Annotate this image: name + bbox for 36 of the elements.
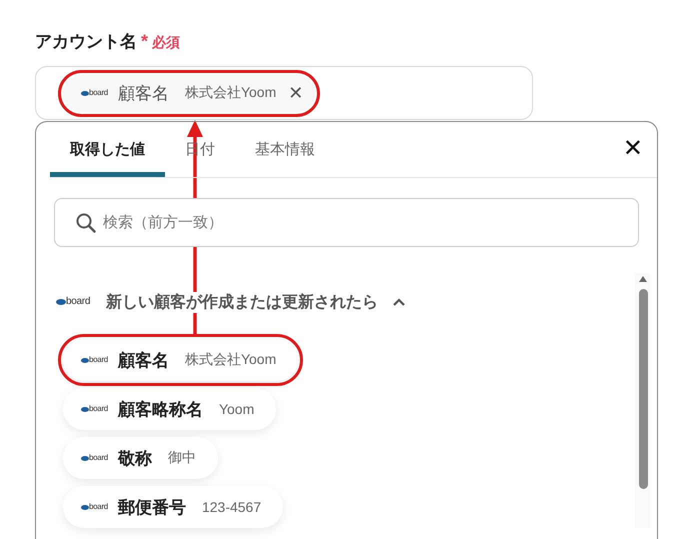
board-logo: board [56,297,90,307]
variable-name: 敬称 [118,448,152,470]
variable-value: 株式会社Yoom [184,84,276,102]
close-button[interactable]: ✕ [622,134,643,163]
search-icon [76,213,96,233]
variable-value: 株式会社Yoom [184,351,276,369]
variable-chip[interactable]: board 顧客略称名 Yoom [63,388,276,430]
input-field[interactable]: board 顧客名 株式会社Yoom ✕ [35,66,533,120]
board-logo: board [81,356,108,364]
tab[interactable]: 取得した値 [50,122,165,177]
board-logo: board [81,405,108,413]
tab[interactable]: 基本情報 [235,122,335,177]
board-logo: board [81,89,108,97]
group-title: 新しい顧客が作成または更新されたら [106,292,378,312]
variable-chip[interactable]: board 郵便番号 123-4567 [63,486,284,528]
variable-name: 顧客名 [118,82,169,104]
scroll-up-icon[interactable] [638,275,648,283]
scrollbar[interactable] [635,273,651,528]
required-label: 必須 [152,34,180,52]
variable-value: Yoom [218,401,254,417]
variable-name: 郵便番号 [118,496,186,518]
field-label: アカウント名 [35,31,137,53]
board-logo: board [81,503,108,511]
required-mark: * [141,31,148,52]
variable-chip[interactable]: board 顧客名 株式会社Yoom [63,339,298,381]
remove-button[interactable]: ✕ [288,82,304,104]
variable-chip[interactable]: board 顧客名 株式会社Yoom ✕ [63,74,316,112]
variable-value: 御中 [168,449,196,467]
variable-name: 顧客名 [118,350,169,372]
variable-value: 123-4567 [202,499,262,515]
board-logo: board [81,454,108,462]
collapse-button[interactable] [392,297,406,307]
variable-name: 顧客略称名 [118,398,203,420]
search-field[interactable]: 検索（前方一致） [54,198,639,247]
variable-chip[interactable]: board 敬称 御中 [63,437,218,479]
scrollbar-thumb[interactable] [638,289,648,489]
